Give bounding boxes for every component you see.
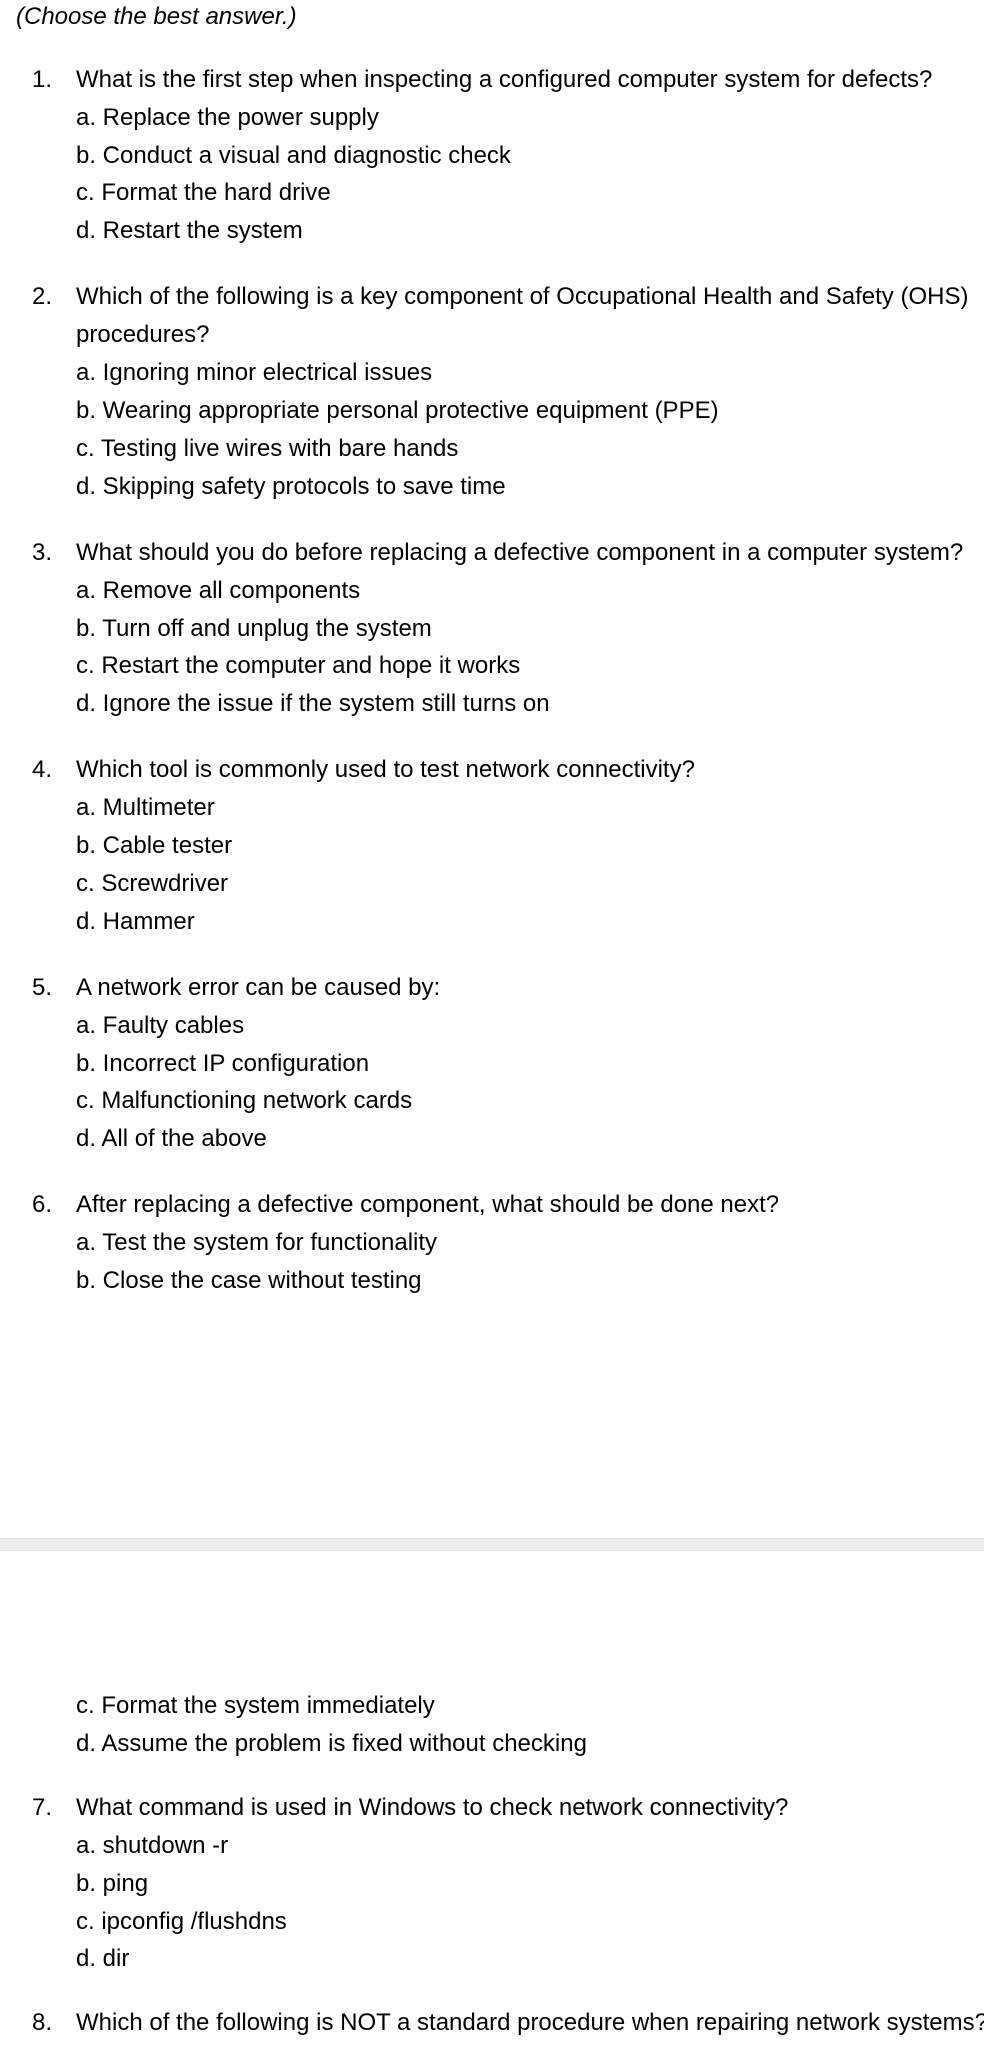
option-item[interactable]: b. Wearing appropriate personal protecti… [76,392,984,430]
question-text: What command is used in Windows to check… [76,1793,789,1821]
question-number: 3. [32,538,53,566]
question-text: Which of the following is NOT a standard… [76,2009,984,2037]
option-item[interactable]: c. Restart the computer and hope it work… [76,647,984,685]
option-item[interactable]: a. Replace the power supply [76,99,984,137]
question-text: Which of the following is a key componen… [76,283,969,349]
option-item[interactable]: c. Screwdriver [76,865,984,903]
option-item[interactable]: c. Format the system immediately [76,1687,984,1725]
option-item[interactable]: a. Multimeter [76,789,984,827]
question-number: 5. [32,973,53,1001]
question-list-page-1: 1. What is the first step when inspectin… [16,61,984,1300]
option-item[interactable]: a. Test the system for functionality [76,1224,984,1262]
option-list: a. Faulty cables b. Incorrect IP configu… [76,1007,984,1159]
continued-option-list: c. Format the system immediately d. Assu… [16,1687,984,1763]
option-item[interactable]: d. dir [76,1940,984,1978]
question-item: 7. What command is used in Windows to ch… [16,1789,984,1979]
instruction-line: (Choose the best answer.) [16,3,297,30]
option-item[interactable]: c. ipconfig /flushdns [76,1903,984,1941]
option-list: a. Remove all components b. Turn off and… [76,572,984,724]
question-item: 3. What should you do before replacing a… [16,534,984,724]
question-number: 7. [32,1793,53,1821]
question-item: 2. Which of the following is a key compo… [16,278,984,505]
question-item: 8. Which of the following is NOT a stand… [16,2004,984,2042]
question-number: 8. [32,2009,53,2037]
option-item[interactable]: d. Hammer [76,903,984,941]
question-number: 4. [32,756,53,784]
option-item[interactable]: d. Skipping safety protocols to save tim… [76,468,984,506]
option-item[interactable]: a. Faulty cables [76,1007,984,1045]
option-item[interactable]: a. Remove all components [76,572,984,610]
question-text: What is the first step when inspecting a… [76,65,933,93]
option-item[interactable]: c. Testing live wires with bare hands [76,430,984,468]
option-item[interactable]: b. Cable tester [76,827,984,865]
option-item[interactable]: d. Assume the problem is fixed without c… [76,1725,984,1763]
option-item[interactable]: a. Ignoring minor electrical issues [76,354,984,392]
option-list: a. shutdown -r b. ping c. ipconfig /flus… [76,1827,984,1979]
question-number: 6. [32,1191,53,1219]
question-item: 4. Which tool is commonly used to test n… [16,751,984,941]
option-list: a. Replace the power supply b. Conduct a… [76,99,984,251]
option-item[interactable]: a. shutdown -r [76,1827,984,1865]
option-item[interactable]: d. All of the above [76,1120,984,1158]
question-text: A network error can be caused by: [76,973,441,1001]
question-item: 1. What is the first step when inspectin… [16,61,984,251]
option-item[interactable]: b. Close the case without testing [76,1262,984,1300]
option-list: a. Ignoring minor electrical issues b. W… [76,354,984,506]
option-item[interactable]: b. Conduct a visual and diagnostic check [76,137,984,175]
document-page-2: c. Format the system immediately d. Assu… [0,1551,984,2069]
question-item: 6. After replacing a defective component… [16,1186,984,1300]
option-item[interactable]: d. Ignore the issue if the system still … [76,685,984,723]
option-item[interactable]: b. Incorrect IP configuration [76,1045,984,1083]
question-number: 1. [32,65,53,93]
document-page-1: (Choose the best answer.) 1. What is the… [0,0,984,1538]
question-number: 2. [32,283,53,311]
question-text: After replacing a defective component, w… [76,1191,780,1219]
page-top-margin [16,1551,984,1687]
option-list: a. Multimeter b. Cable tester c. Screwdr… [76,789,984,941]
option-item[interactable]: b. ping [76,1865,984,1903]
option-item[interactable]: c. Format the hard drive [76,174,984,212]
document-viewport[interactable]: (Choose the best answer.) 1. What is the… [0,0,984,2069]
question-item: 5. A network error can be caused by: a. … [16,969,984,1159]
page-break-separator [0,1538,984,1551]
option-list: a. Test the system for functionality b. … [76,1224,984,1300]
question-list-page-2: 7. What command is used in Windows to ch… [16,1789,984,2042]
option-item[interactable]: b. Turn off and unplug the system [76,610,984,648]
question-text: Which tool is commonly used to test netw… [76,756,695,784]
question-text: What should you do before replacing a de… [76,538,964,566]
option-item[interactable]: d. Restart the system [76,212,984,250]
option-item[interactable]: c. Malfunctioning network cards [76,1082,984,1120]
